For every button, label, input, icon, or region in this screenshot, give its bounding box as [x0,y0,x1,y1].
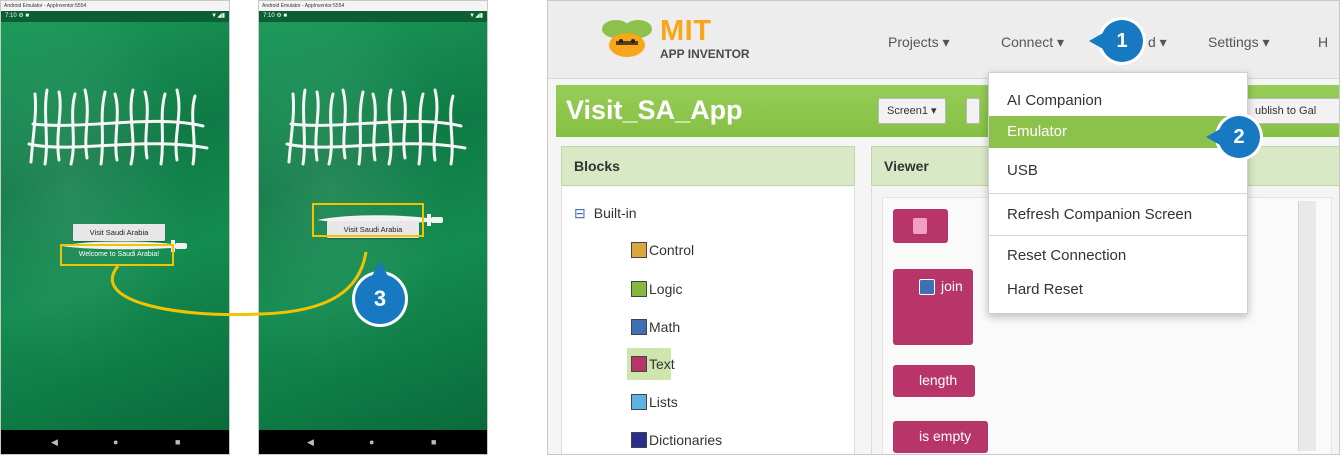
tree-item-logic[interactable]: Logic [631,281,682,297]
tree-item-label: Dictionaries [649,432,723,448]
android-nav-bar: ◀ ● ■ [259,430,487,454]
screen-selector-button[interactable]: Screen1 ▾ [878,98,946,124]
math-color-icon [631,319,647,335]
length-label: length [919,372,958,388]
menu-divider [989,235,1247,236]
step-number: 2 [1233,126,1245,148]
project-title: Visit_SA_App [566,95,743,125]
back-icon[interactable]: ◀ [307,437,314,447]
emulator-phone-before: Android Emulator - AppInventor:5554 7:10… [0,0,230,455]
tree-root-builtin[interactable]: ⊟ Built-in [574,205,637,222]
bee-logo-icon [602,20,652,57]
emulator-window-title: Android Emulator - AppInventor:5554 [1,1,229,11]
menu-item-reset-connection[interactable]: Reset Connection [989,239,1247,273]
tree-item-math[interactable]: Math [631,319,680,335]
is-empty-block[interactable]: is empty [893,421,988,453]
menu-divider [989,193,1247,194]
step-marker-2: 2 [1206,116,1260,158]
shahada-calligraphy-icon [27,88,209,166]
status-bar: 7:10 ⚙ ■ ▼◢▮ [259,11,487,22]
visit-saudi-arabia-button[interactable]: Visit Saudi Arabia [73,224,165,241]
join-block[interactable]: join [893,269,973,345]
recent-apps-icon[interactable]: ■ [175,437,180,447]
logo-subtitle: APP INVENTOR [660,47,750,61]
menu-item-ai-companion[interactable]: AI Companion [989,84,1247,118]
connect-dropdown-menu: AI Companion Emulator USB Refresh Compan… [988,72,1248,314]
blocks-tree: ⊟ Built-in [561,187,855,454]
tree-item-label: Control [649,242,695,258]
blocks-panel-header: Blocks [561,146,855,186]
viewer-scrollbar[interactable] [1298,201,1316,451]
shahada-calligraphy-icon [285,88,467,166]
status-time: 7:10 [263,13,275,19]
step-number: 3 [373,286,387,311]
step-number: 1 [1116,30,1128,52]
logic-color-icon [631,281,647,297]
android-nav-bar: ◀ ● ■ [1,430,229,454]
is-empty-label: is empty [919,428,972,444]
signal-battery-icon: ▼◢▮ [469,13,483,19]
step-marker-3: 3 [355,261,405,324]
tree-item-dictionaries[interactable]: Dictionaries [631,432,722,448]
home-icon[interactable]: ● [113,437,118,447]
status-bar: 7:10 ⚙ ■ ▼◢▮ [1,11,229,22]
tree-item-label: Logic [649,281,683,297]
add-screen-button[interactable] [966,98,980,124]
text-color-icon [631,356,647,372]
status-time: 7:10 [5,13,17,19]
menu-item-usb[interactable]: USB [989,154,1247,188]
tree-item-label: Math [649,319,681,335]
recent-apps-icon[interactable]: ■ [431,437,436,447]
tree-root-label: Built-in [593,205,637,221]
logo-title: MIT [660,15,712,47]
tree-item-lists[interactable]: Lists [631,394,678,410]
welcome-label-highlight [60,244,174,266]
signal-battery-icon: ▼◢▮ [211,13,225,19]
top-nav-bar: MIT APP INVENTOR Projects ▾ Connect ▾ d … [548,1,1339,79]
join-label: join [941,278,963,294]
emulator-phone-after: Android Emulator - AppInventor:5554 7:10… [258,0,488,455]
menu-item-hard-reset[interactable]: Hard Reset [989,273,1247,307]
nav-settings[interactable]: Settings ▾ [1208,34,1270,51]
nav-build[interactable]: d ▾ [1148,34,1167,51]
status-icons: ⚙ ■ [18,13,30,19]
nav-help[interactable]: H [1318,34,1328,50]
home-icon[interactable]: ● [369,437,374,447]
tree-item-control[interactable]: Control [631,242,694,258]
back-icon[interactable]: ◀ [51,437,58,447]
length-block[interactable]: length [893,365,975,397]
tree-item-text[interactable]: Text [631,356,675,372]
button-highlight [312,203,424,237]
lists-color-icon [631,394,647,410]
publish-button[interactable]: ublish to Gal [1246,98,1339,124]
nav-connect[interactable]: Connect ▾ [1001,34,1064,51]
menu-item-refresh-companion[interactable]: Refresh Companion Screen [989,198,1247,232]
collapse-icon[interactable]: ⊟ [574,205,586,221]
tree-item-label: Lists [649,394,678,410]
quote-icon [913,218,927,234]
status-icons: ⚙ ■ [276,13,288,19]
mit-app-inventor-logo[interactable]: MIT APP INVENTOR [598,13,798,68]
step-marker-1: 1 [1089,20,1143,62]
control-color-icon [631,242,647,258]
text-string-block[interactable] [893,209,948,243]
nav-projects[interactable]: Projects ▾ [888,34,950,51]
dictionaries-color-icon [631,432,647,448]
tree-item-label: Text [649,356,675,372]
emulator-window-title: Android Emulator - AppInventor:5554 [259,1,487,11]
join-gear-icon [919,279,935,295]
